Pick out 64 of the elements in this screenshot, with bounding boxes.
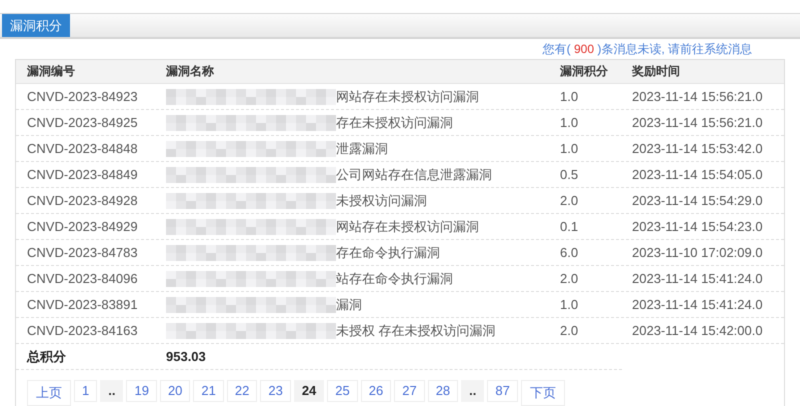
table-cell-text: 6.0	[560, 245, 580, 260]
table-cell-text: 0.5	[560, 167, 580, 182]
table-cell: 网站存在未授权访问漏洞	[336, 218, 479, 236]
table-cell: 存在命令执行漏洞	[336, 244, 440, 262]
table-cell: 公司网站存在信息泄露漏洞	[336, 166, 492, 184]
table-cell: 存在未授权访问漏洞	[336, 114, 453, 132]
page-link[interactable]: 26	[360, 380, 392, 402]
table-cell: 站存在命令执行漏洞	[336, 270, 453, 288]
page-link[interactable]: 20	[160, 380, 190, 402]
table-cell-text: CNVD-2023-84849	[26, 167, 139, 182]
page-link[interactable]: 上页	[27, 380, 71, 406]
page-link[interactable]: ..	[461, 380, 484, 402]
table-cell: 2023-11-14 15:41:24.0	[632, 297, 763, 312]
table-cell: 未授权访问漏洞	[336, 192, 427, 210]
unread-notice[interactable]: 您有( 900 )条消息未读, 请前往系统消息	[542, 40, 752, 58]
table-cell-text: CNVD-2023-84923	[26, 89, 139, 104]
table-cell: 泄露漏洞	[336, 140, 388, 158]
table-cell: 网站存在未授权访问漏洞	[336, 88, 479, 106]
table-cell: 2023-11-14 15:42:00.0	[632, 323, 763, 338]
table-cell-text: 1.0	[560, 141, 580, 156]
column-header: 漏洞积分	[560, 63, 609, 80]
table-cell-text: CNVD-2023-84928	[26, 193, 139, 208]
page-link[interactable]: ..	[100, 380, 124, 402]
table-cell: 2023-11-14 15:56:21.0	[632, 89, 763, 104]
table-cell: 2023-11-14 15:54:23.0	[632, 219, 763, 234]
table-cell: 2023-11-14 15:54:29.0	[632, 193, 763, 208]
table-cell: 2023-11-14 15:56:21.0	[632, 115, 763, 130]
table-cell: 2023-11-10 17:02:09.0	[632, 245, 763, 260]
table-cell-text: 2.0	[560, 323, 580, 338]
table-cell-text: CNVD-2023-84848	[26, 141, 139, 156]
table-cell: 2023-11-14 15:41:24.0	[632, 271, 763, 286]
table-cell-text: 1.0	[560, 297, 580, 312]
table-cell: 2023-11-14 15:53:42.0	[632, 141, 763, 156]
page-link[interactable]: 27	[394, 380, 425, 402]
table-cell-text: CNVD-2023-84783	[26, 245, 139, 260]
table-cell: 漏洞	[336, 296, 362, 314]
page-link[interactable]: 下页	[520, 380, 565, 406]
table-cell-text: 1.0	[560, 89, 580, 104]
table-cell-text: CNVD-2023-83891	[26, 297, 139, 312]
table-cell-text: CNVD-2023-84163	[26, 323, 139, 338]
table-cell-text: 1.0	[560, 115, 580, 130]
page-link[interactable]: 23	[260, 380, 291, 402]
tab[interactable]: 漏洞积分	[2, 14, 70, 37]
table-cell-text: 2.0	[560, 271, 580, 286]
column-header: 漏洞编号	[26, 63, 76, 80]
page-link[interactable]: 87	[487, 380, 518, 402]
table-cell-text: 2.0	[560, 193, 580, 208]
page-link[interactable]: 1	[74, 380, 98, 402]
table-cell-text: 0.1	[560, 219, 580, 234]
total-value: 953.03	[166, 349, 207, 364]
table-cell: 未授权 存在未授权访问漏洞	[336, 322, 496, 340]
table-cell-text: CNVD-2023-84925	[26, 115, 139, 130]
table-cell: 2023-11-14 15:54:05.0	[632, 167, 763, 182]
column-header: 漏洞名称	[166, 63, 215, 80]
page-link[interactable]: 22	[226, 380, 258, 402]
table-cell-text: CNVD-2023-84096	[26, 271, 139, 286]
page-link[interactable]: 19	[126, 380, 157, 402]
page-link[interactable]: 24	[294, 380, 324, 402]
page-link[interactable]: 28	[428, 380, 458, 402]
page-link[interactable]: 21	[193, 380, 224, 402]
column-header: 奖励时间	[632, 63, 680, 80]
total-label: 总积分	[26, 348, 67, 366]
table-cell-text: CNVD-2023-84929	[26, 219, 139, 234]
page-link[interactable]: 25	[327, 380, 358, 402]
